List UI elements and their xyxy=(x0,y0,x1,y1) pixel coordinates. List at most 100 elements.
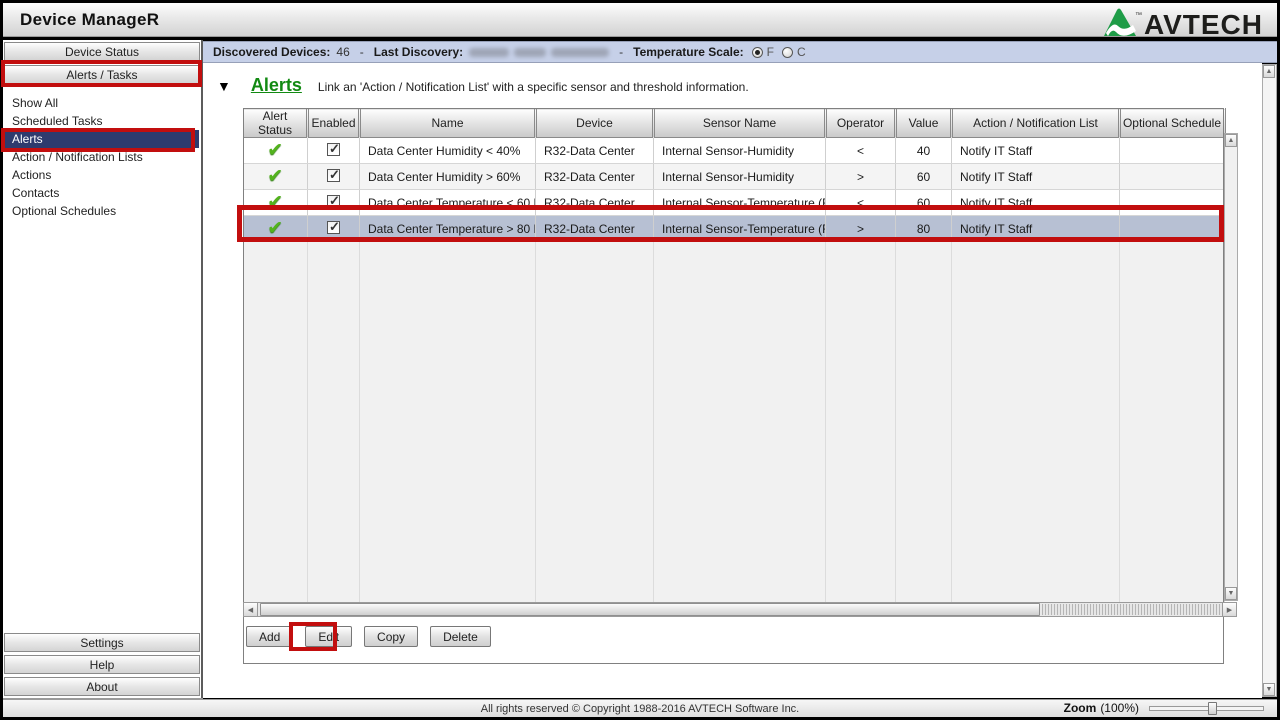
page-scroll-up-arrow[interactable]: ▲ xyxy=(1263,65,1275,78)
sensor-name-cell: Internal Sensor-Humidity xyxy=(654,164,826,190)
trademark-symbol: ™ xyxy=(1135,12,1142,19)
device-cell: R32-Data Center xyxy=(536,164,654,190)
fahrenheit-radio[interactable] xyxy=(752,47,763,58)
avtech-logo-icon xyxy=(1103,7,1137,42)
zoom-control: Zoom (100%) xyxy=(1064,699,1264,717)
page-vscrollbar[interactable]: ▲ ▼ xyxy=(1262,64,1277,697)
scroll-up-arrow[interactable]: ▲ xyxy=(1225,134,1237,147)
copyright-text: All rights reserved © Copyright 1988-201… xyxy=(481,703,800,715)
alert-name-cell: Data Center Humidity < 40% xyxy=(360,138,536,164)
sensor-name-cell: Internal Sensor-Temperature (F) xyxy=(654,190,826,216)
enabled-checkbox[interactable] xyxy=(327,221,340,234)
operator-cell: > xyxy=(826,164,896,190)
sidebar-button-alerts-tasks[interactable]: Alerts / Tasks xyxy=(4,65,200,84)
device-cell: R32-Data Center xyxy=(536,216,654,242)
table-empty-area xyxy=(244,242,1225,606)
column-header-sensor-name[interactable]: Sensor Name xyxy=(654,109,826,138)
copy-button[interactable]: Copy xyxy=(364,626,418,647)
sidebar-item-actions[interactable]: Actions xyxy=(3,166,199,184)
table-row[interactable]: ✔ Data Center Temperature > 80 FR32-Data … xyxy=(244,216,1225,242)
sidebar-item-show-all[interactable]: Show All xyxy=(3,94,199,112)
alerts-table: Alert StatusEnabledNameDeviceSensor Name… xyxy=(243,108,1226,606)
alerts-table-wrap: Alert StatusEnabledNameDeviceSensor Name… xyxy=(243,108,1237,606)
sidebar-button-help[interactable]: Help xyxy=(4,655,200,674)
celsius-label: C xyxy=(797,45,806,59)
alerts-section-title[interactable]: Alerts xyxy=(251,75,302,96)
alert-name-cell: Data Center Temperature < 60 F xyxy=(360,190,536,216)
discovered-devices-label: Discovered Devices: xyxy=(213,45,330,59)
sidebar: Device Status Alerts / Tasks Show AllSch… xyxy=(3,40,203,698)
scroll-left-arrow[interactable]: ◀ xyxy=(244,603,258,616)
separator-dash: - xyxy=(360,45,364,59)
alerts-section-header: ▼ Alerts Link an 'Action / Notification … xyxy=(217,75,749,96)
device-cell: R32-Data Center xyxy=(536,138,654,164)
enabled-checkbox[interactable] xyxy=(327,143,340,156)
temperature-scale-label: Temperature Scale: xyxy=(633,45,744,59)
avtech-logo: ™ AVTECH xyxy=(1103,7,1263,42)
table-row[interactable]: ✔Data Center Humidity < 40%R32-Data Cent… xyxy=(244,138,1225,164)
sidebar-item-scheduled-tasks[interactable]: Scheduled Tasks xyxy=(3,112,199,130)
delete-button[interactable]: Delete xyxy=(430,626,491,647)
value-cell: 80 xyxy=(896,216,952,242)
column-header-enabled[interactable]: Enabled xyxy=(308,109,360,138)
sidebar-item-contacts[interactable]: Contacts xyxy=(3,184,199,202)
sidebar-item-action-notification-lists[interactable]: Action / Notification Lists xyxy=(3,148,199,166)
operator-cell: < xyxy=(826,190,896,216)
alert-status-ok-icon: ✔ xyxy=(267,192,283,213)
optional-schedule-cell xyxy=(1120,190,1225,216)
enabled-checkbox[interactable] xyxy=(327,195,340,208)
zoom-value: (100%) xyxy=(1100,701,1139,715)
table-header-row: Alert StatusEnabledNameDeviceSensor Name… xyxy=(244,109,1225,138)
sidebar-button-settings[interactable]: Settings xyxy=(4,633,200,652)
collapse-triangle-icon[interactable]: ▼ xyxy=(217,78,231,94)
column-header-value[interactable]: Value xyxy=(896,109,952,138)
table-row[interactable]: ✔ Data Center Humidity > 60%R32-Data Cent… xyxy=(244,164,1225,190)
column-header-optional-schedule[interactable]: Optional Schedule xyxy=(1120,109,1225,138)
table-vscrollbar[interactable]: ▲ ▼ xyxy=(1224,133,1238,601)
zoom-slider[interactable] xyxy=(1149,706,1264,711)
action-button-row: Add Edit Copy Delete xyxy=(246,626,491,647)
column-header-name[interactable]: Name xyxy=(360,109,536,138)
alert-status-ok-icon: ✔ xyxy=(267,166,283,187)
sidebar-item-optional-schedules[interactable]: Optional Schedules xyxy=(3,202,199,220)
table-row[interactable]: ✔ Data Center Temperature < 60 FR32-Data … xyxy=(244,190,1225,216)
last-discovery-label: Last Discovery: xyxy=(374,45,463,59)
enabled-checkbox[interactable] xyxy=(327,169,340,182)
column-header-alert-status[interactable]: Alert Status xyxy=(244,109,308,138)
value-cell: 60 xyxy=(896,190,952,216)
action-list-cell: Notify IT Staff xyxy=(952,164,1120,190)
app-title: Device ManageR xyxy=(3,10,159,30)
last-discovery-redacted-value xyxy=(469,48,609,57)
add-button[interactable]: Add xyxy=(246,626,293,647)
column-header-device[interactable]: Device xyxy=(536,109,654,138)
optional-schedule-cell xyxy=(1120,138,1225,164)
hscroll-hatch xyxy=(1042,604,1222,615)
table-hscrollbar[interactable]: ◀ ▶ xyxy=(243,602,1237,617)
sidebar-button-about[interactable]: About xyxy=(4,677,200,696)
device-cell: R32-Data Center xyxy=(536,190,654,216)
optional-schedule-cell xyxy=(1120,164,1225,190)
celsius-radio[interactable] xyxy=(782,47,793,58)
alerts-section-description: Link an 'Action / Notification List' wit… xyxy=(318,80,749,94)
action-list-cell: Notify IT Staff xyxy=(952,138,1120,164)
column-header-action-notification-list[interactable]: Action / Notification List xyxy=(952,109,1120,138)
value-cell: 60 xyxy=(896,164,952,190)
sidebar-button-device-status[interactable]: Device Status xyxy=(4,42,200,61)
scroll-right-arrow[interactable]: ▶ xyxy=(1222,603,1236,616)
column-header-operator[interactable]: Operator xyxy=(826,109,896,138)
zoom-slider-thumb[interactable] xyxy=(1208,702,1217,715)
avtech-logo-text: AVTECH xyxy=(1144,9,1263,41)
edit-button[interactable]: Edit xyxy=(305,626,352,647)
discovered-devices-value: 46 xyxy=(336,45,349,59)
sidebar-item-alerts[interactable]: Alerts xyxy=(3,130,199,148)
operator-cell: > xyxy=(826,216,896,242)
info-bar: Discovered Devices: 46 - Last Discovery:… xyxy=(203,41,1277,63)
alert-status-ok-icon: ✔ xyxy=(267,218,283,239)
scroll-down-arrow[interactable]: ▼ xyxy=(1225,587,1237,600)
alert-name-cell: Data Center Humidity > 60% xyxy=(360,164,536,190)
hscroll-thumb[interactable] xyxy=(260,603,1040,616)
page-scroll-down-arrow[interactable]: ▼ xyxy=(1263,683,1275,696)
alert-name-cell: Data Center Temperature > 80 F xyxy=(360,216,536,242)
sensor-name-cell: Internal Sensor-Temperature (F) xyxy=(654,216,826,242)
action-list-cell: Notify IT Staff xyxy=(952,190,1120,216)
